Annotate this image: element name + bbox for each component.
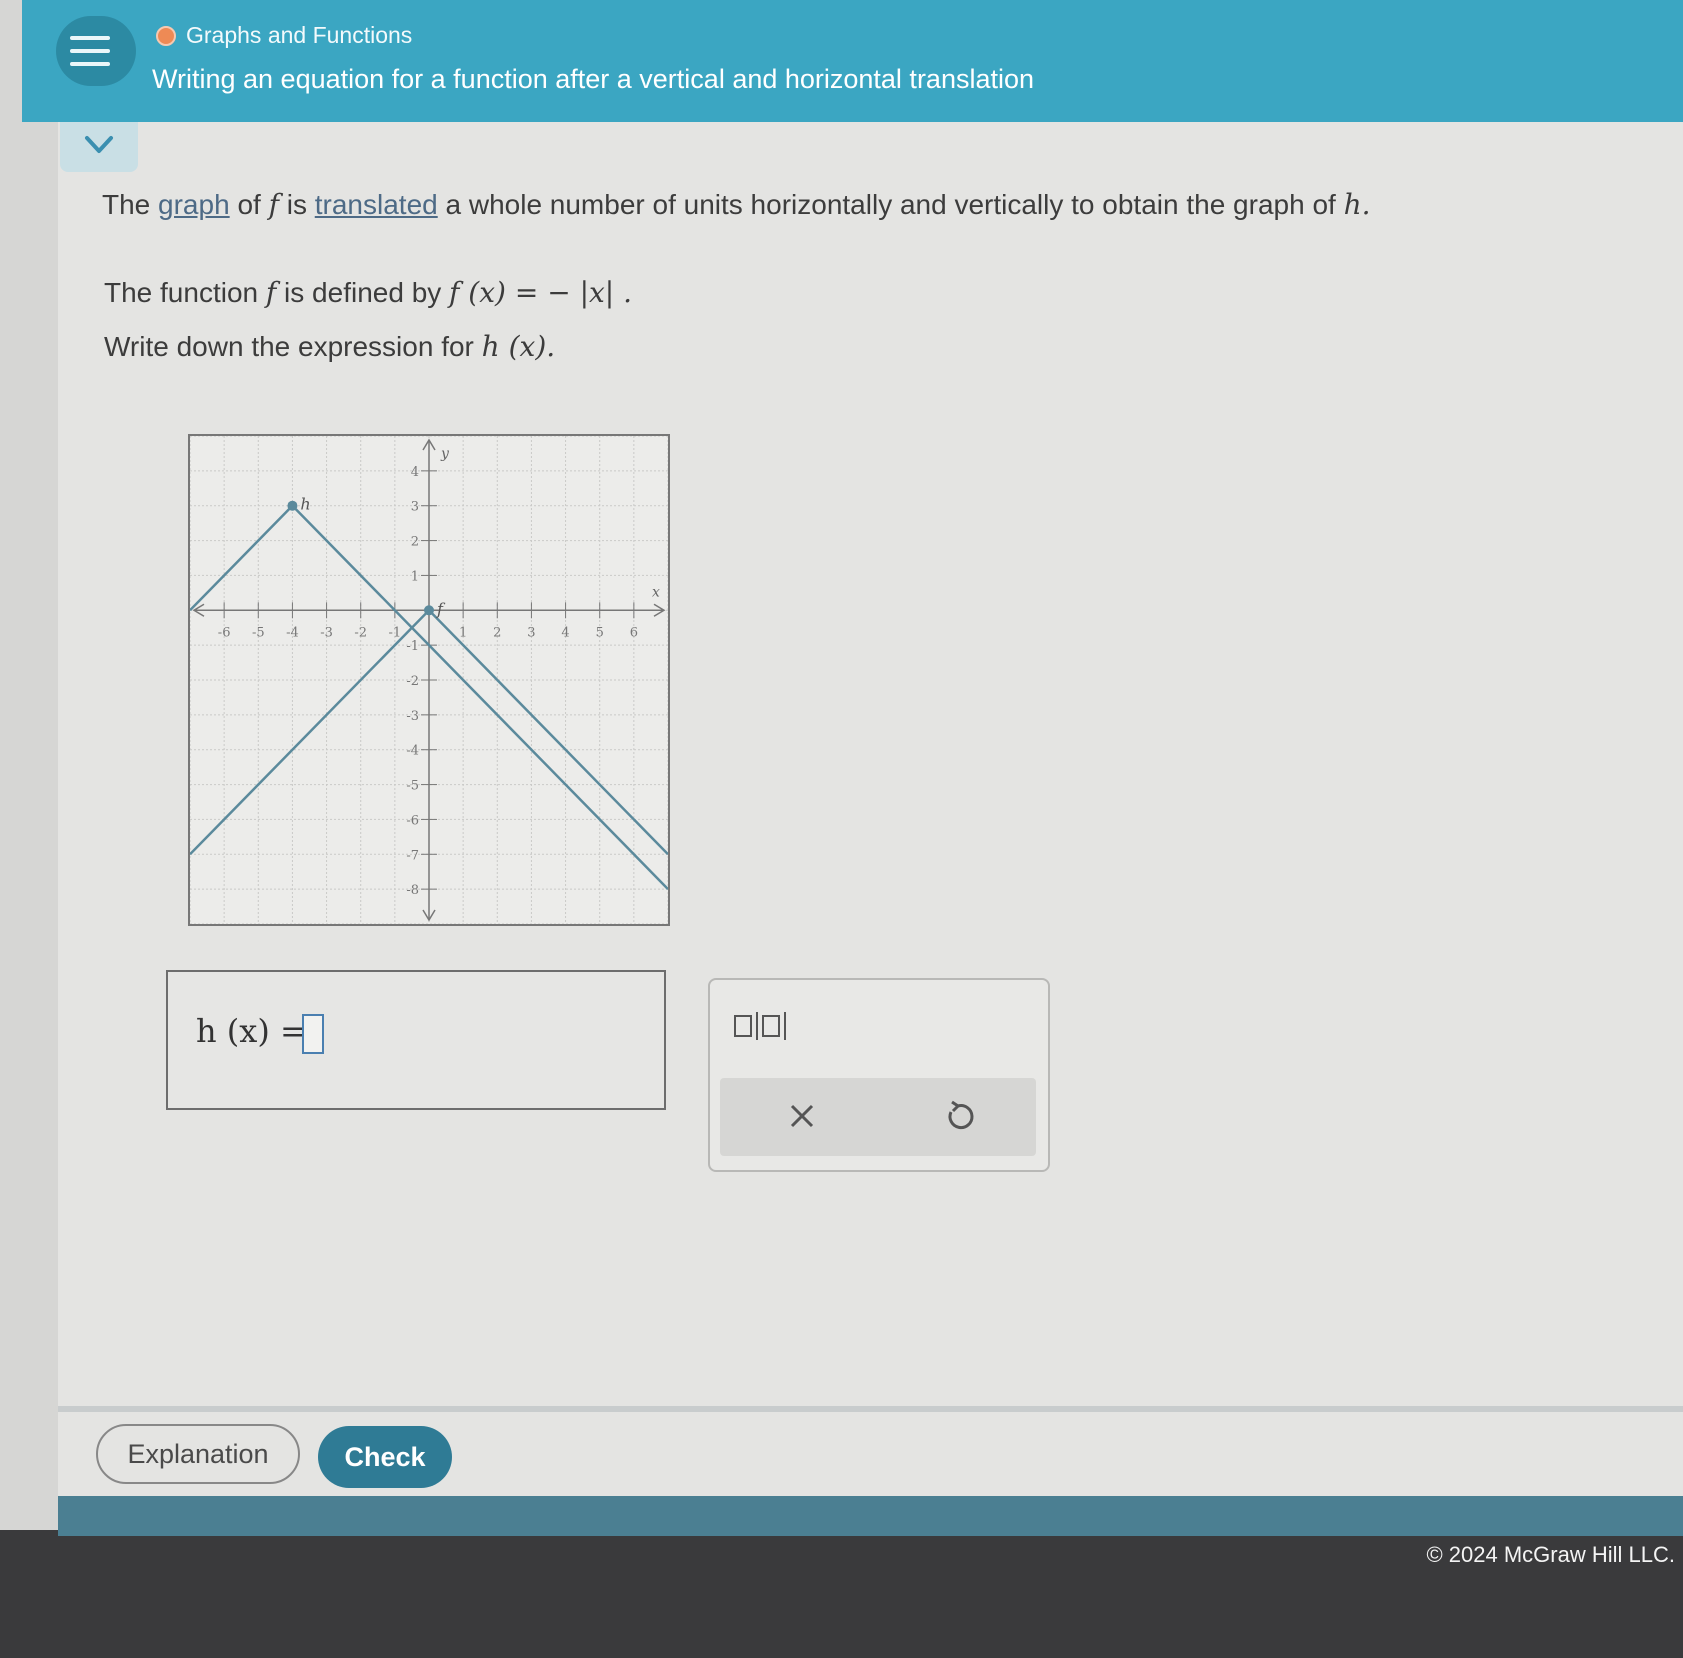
placeholder-square-icon (734, 1015, 752, 1037)
collapse-button[interactable] (60, 122, 138, 172)
vertex-point-h (287, 500, 298, 511)
menu-icon-line (70, 62, 110, 66)
answer-label: h (x) = (196, 1012, 307, 1050)
text-is: is (286, 189, 307, 220)
copyright: © 2024 McGraw Hill LLC. (1426, 1542, 1675, 1567)
vertex-point-f (424, 605, 434, 616)
tool-actions (720, 1078, 1036, 1156)
question-line-2: The function f is defined by f (x) = − |… (104, 276, 632, 309)
y-tick-label: -3 (406, 709, 419, 724)
var-h: h. (1343, 188, 1371, 221)
x-tick-label: -1 (389, 625, 402, 640)
progress-dot-icon (156, 25, 176, 46)
y-tick-label: 3 (411, 500, 419, 515)
divider (58, 1406, 1683, 1412)
x-tick-label: -2 (354, 625, 367, 640)
absolute-value-button[interactable] (734, 1006, 798, 1046)
x-tick-label: 1 (459, 625, 467, 640)
var-f: f (268, 188, 279, 221)
text-function: The function (104, 277, 259, 308)
placeholder-square-icon (762, 1015, 780, 1037)
left-strip (0, 0, 58, 1530)
y-tick-label: -1 (406, 639, 419, 654)
page: Graphs and Functions Writing an equation… (0, 0, 1683, 1536)
x-tick-label: 2 (493, 625, 501, 640)
y-tick-label: -5 (406, 779, 419, 794)
x-axis-label: x (652, 584, 660, 600)
explanation-button[interactable]: Explanation (96, 1424, 300, 1484)
y-axis-label: y (440, 446, 450, 462)
y-tick-label: 4 (411, 465, 419, 480)
math-tool-panel (708, 978, 1050, 1172)
translated-link[interactable]: translated (315, 189, 438, 220)
header-bar (22, 0, 1683, 122)
graph-svg: -6 -5 -4 -3 -2 -1 1 2 3 4 5 6 4 3 2 1 -1 -2 -3 -4 -5 -6 -7 -8 x y… (189, 435, 669, 925)
answer-input[interactable] (302, 1014, 324, 1054)
undo-button[interactable] (938, 1096, 978, 1136)
y-tick-label: -7 (406, 848, 419, 863)
check-button[interactable]: Check (318, 1426, 452, 1488)
graph-link[interactable]: graph (158, 189, 230, 220)
menu-icon-line (70, 49, 110, 53)
question-line-1: The graph of f is translated a whole num… (102, 188, 1371, 221)
abs-bar-icon (756, 1012, 758, 1040)
equation-f: f (x) = − |x| . (449, 276, 633, 309)
y-tick-label: 1 (411, 569, 419, 584)
clear-button[interactable] (782, 1096, 822, 1136)
y-tick-label: -6 (406, 813, 419, 828)
undo-icon (948, 1100, 974, 1130)
chevron-down-icon (85, 136, 113, 153)
x-tick-label: -4 (286, 625, 299, 640)
y-tick-label: -4 (406, 744, 419, 759)
x-tick-label: -6 (218, 625, 231, 640)
y-tick-label: -2 (406, 674, 419, 689)
series-label-h: h (300, 495, 310, 514)
close-icon (790, 1104, 814, 1128)
question-line-3: Write down the expression for h (x). (104, 330, 555, 363)
var-f: f (265, 276, 277, 309)
answer-box: h (x) = (166, 970, 666, 1110)
menu-button[interactable] (56, 16, 136, 86)
footer-strip (58, 1496, 1683, 1536)
text-rest: a whole number of units horizontally and… (445, 189, 1336, 220)
x-tick-label: 3 (527, 625, 535, 640)
menu-icon (70, 36, 110, 40)
x-tick-label: 6 (630, 625, 638, 640)
series-label-f: f (436, 599, 446, 618)
topic-row: Graphs and Functions (156, 22, 412, 49)
x-tick-label: -5 (252, 625, 265, 640)
abs-bar-icon (784, 1012, 786, 1040)
page-title: Writing an equation for a function after… (152, 64, 1035, 94)
text-of: of (237, 189, 261, 220)
expr-h: h (x). (481, 330, 556, 363)
y-tick-label: 2 (411, 535, 419, 550)
text-the: The (102, 189, 151, 220)
x-tick-label: 5 (596, 625, 604, 640)
y-tick-label: -8 (406, 883, 419, 898)
x-tick-label: -3 (320, 625, 333, 640)
text-defined-by: is defined by (284, 277, 442, 308)
x-tick-label: 4 (561, 625, 569, 640)
graph: -6 -5 -4 -3 -2 -1 1 2 3 4 5 6 4 3 2 1 -1 -2 -3 -4 -5 -6 -7 -8 x y… (188, 434, 670, 926)
topic-label: Graphs and Functions (186, 22, 413, 48)
text-write-down: Write down the expression for (104, 331, 474, 362)
